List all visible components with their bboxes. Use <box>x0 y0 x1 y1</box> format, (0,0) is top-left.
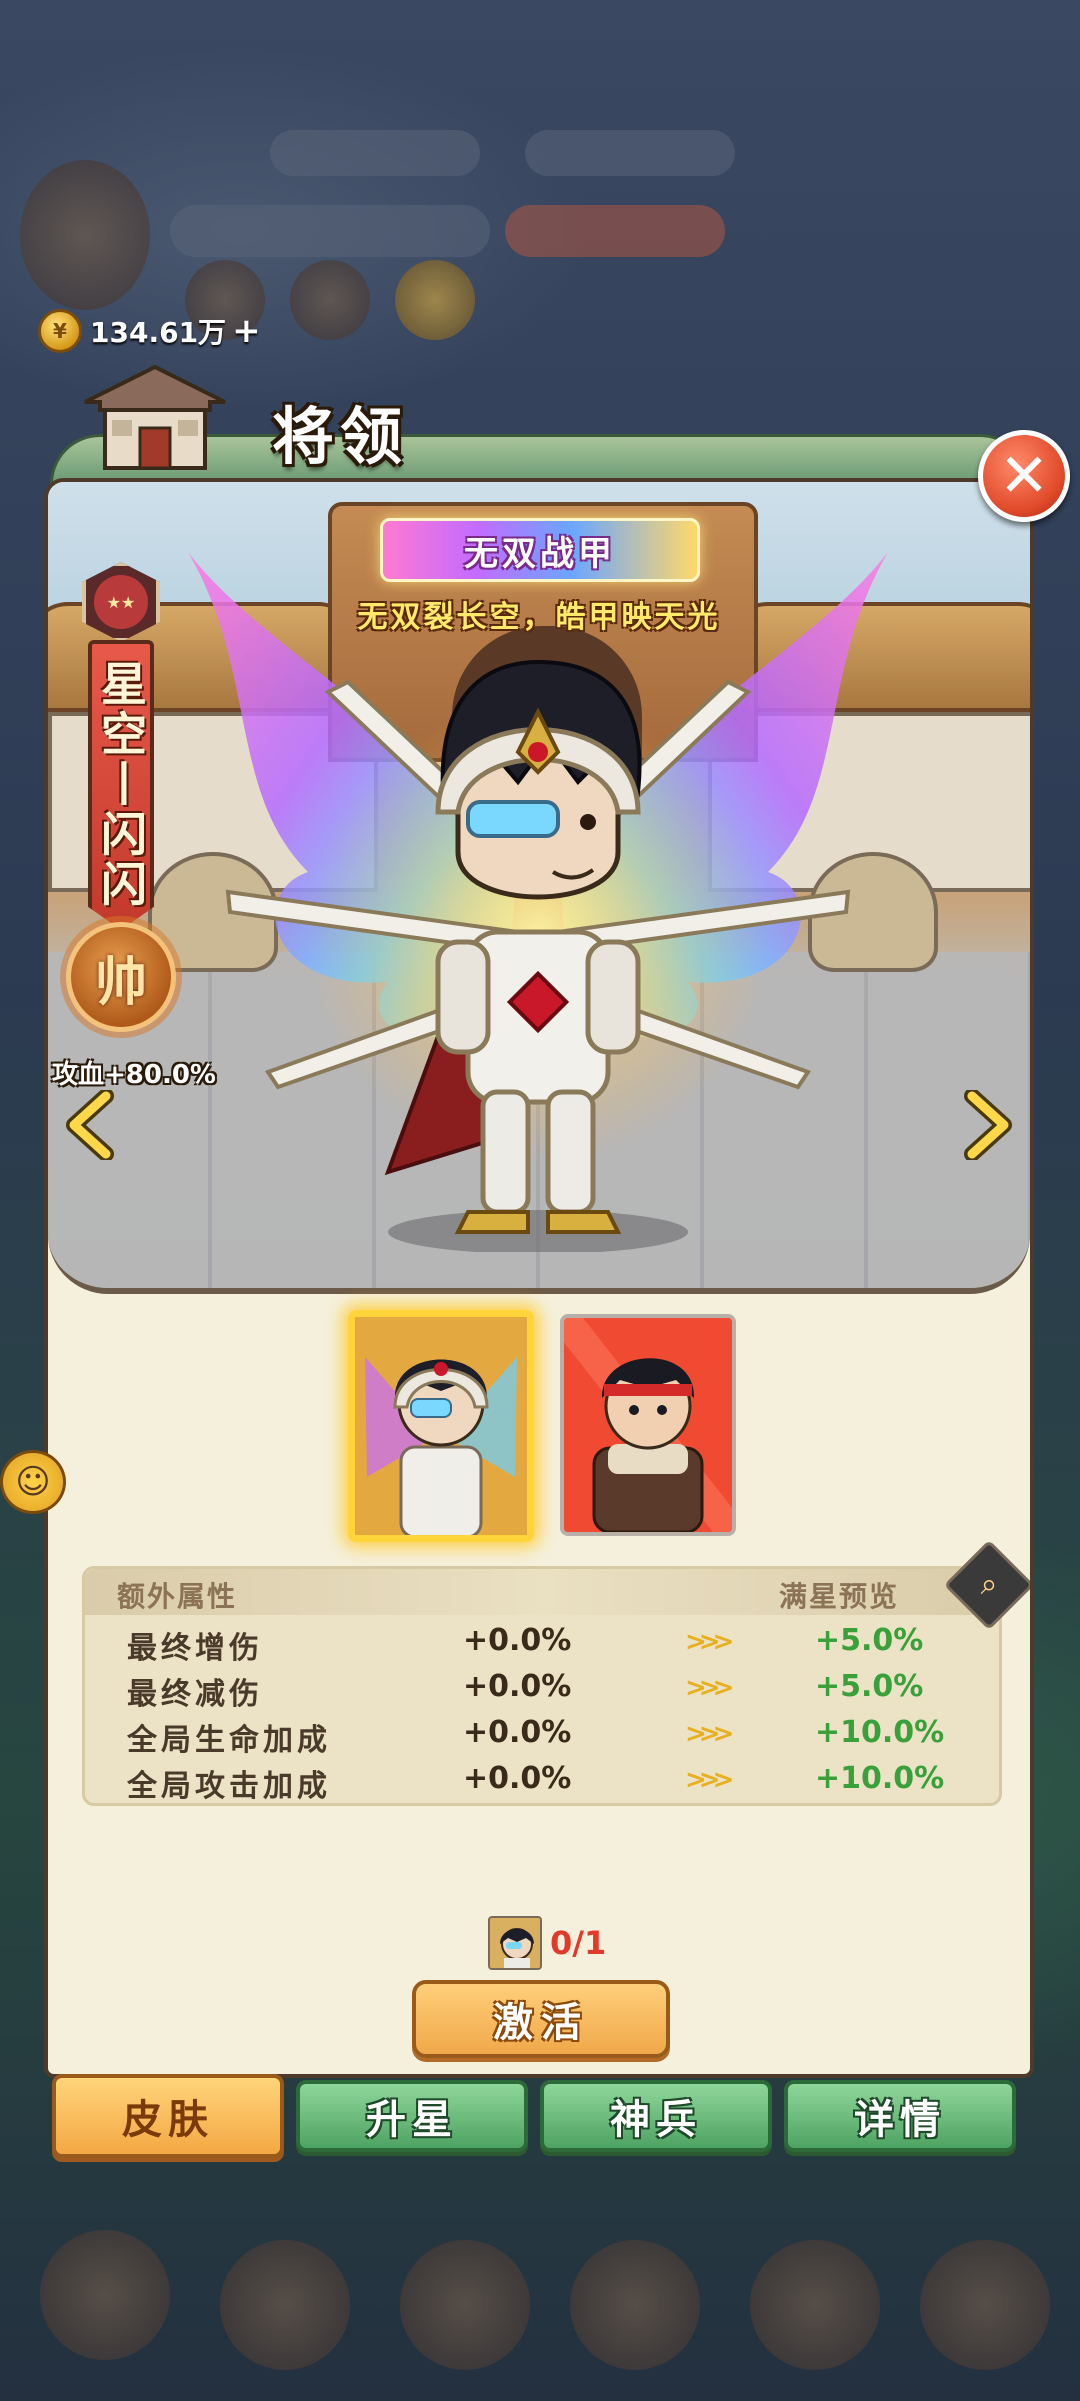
skin-thumbnail-default[interactable] <box>560 1314 736 1536</box>
hero-name-strip: 星空丨闪闪 <box>88 640 154 930</box>
page-title: 将领 <box>272 400 409 473</box>
hero-showcase: 无双战甲 无双裂长空，皓甲映天光 ★★ 星空丨闪闪 帅 攻血+80.0% <box>48 482 1030 1294</box>
double-arrow-icon: >>> <box>685 1719 734 1749</box>
building-icon <box>84 364 226 470</box>
attribute-max: +10.0% <box>815 1761 945 1796</box>
attribute-max: +5.0% <box>815 1669 924 1704</box>
tab-label: 皮肤 <box>122 2096 214 2143</box>
attribute-row: 全局生命加成 +0.0% >>> +10.0% <box>85 1709 999 1758</box>
attribute-max: +5.0% <box>815 1623 924 1658</box>
attribute-row: 全局攻击加成 +0.0% >>> +10.0% <box>85 1755 999 1804</box>
tab-skin[interactable]: 皮肤 <box>52 2074 284 2158</box>
skin-thumbnail-armor[interactable] <box>348 1310 534 1542</box>
currency-bar: ¥ 134.61万 + <box>38 306 261 356</box>
currency-amount: 134.61万 <box>90 316 227 349</box>
tab-label: 详情 <box>854 2096 946 2143</box>
double-arrow-icon: >>> <box>685 1765 734 1795</box>
skin-name-banner: 无双战甲 <box>380 518 700 582</box>
attribute-max: +10.0% <box>815 1715 945 1750</box>
skin-panel: 无双战甲 无双裂长空，皓甲映天光 ★★ 星空丨闪闪 帅 攻血+80.0% 额外属… <box>44 478 1034 2078</box>
activate-button[interactable]: 激活 <box>412 1980 670 2058</box>
emoji-icon: ☺ <box>15 1462 51 1502</box>
attribute-current: +0.0% <box>463 1669 572 1704</box>
star-icon: ★★ <box>94 575 148 629</box>
attribute-row: 最终增伤 +0.0% >>> +5.0% <box>85 1617 999 1666</box>
skin-token-icon <box>488 1916 542 1970</box>
close-button[interactable]: ✕ <box>978 430 1070 522</box>
max-star-preview-label: 满星预览 <box>779 1580 900 1613</box>
double-arrow-icon: >>> <box>685 1627 734 1657</box>
activation-cost: 0/1 <box>488 1916 606 1970</box>
attribute-name: 最终增伤 <box>127 1631 263 1666</box>
next-hero-arrow-icon[interactable] <box>956 1090 1016 1160</box>
attribute-current: +0.0% <box>463 1715 572 1750</box>
activation-cost-count: 0/1 <box>550 1924 607 1962</box>
attributes-header: 额外属性 满星预览 <box>85 1569 999 1615</box>
double-arrow-icon: >>> <box>685 1673 734 1703</box>
bottom-tab-bar: 皮肤 升星 神兵 详情 <box>50 2074 1020 2164</box>
hero-name: 星空丨闪闪 <box>94 660 148 910</box>
tab-star-up[interactable]: 升星 <box>296 2080 528 2152</box>
star-badge-icon: ★★ <box>82 562 160 642</box>
coin-icon: ¥ <box>38 309 82 353</box>
skin-name: 无双战甲 <box>464 533 616 574</box>
attack-hp-bonus: 攻血+80.0% <box>52 1060 216 1090</box>
activate-button-label: 激活 <box>493 1999 589 2046</box>
armor-skin-thumb-image <box>355 1317 527 1535</box>
tab-label: 升星 <box>366 2096 458 2143</box>
default-skin-thumb-image <box>564 1318 732 1532</box>
attribute-current: +0.0% <box>463 1761 572 1796</box>
close-icon: ✕ <box>998 441 1050 511</box>
attribute-current: +0.0% <box>463 1623 572 1658</box>
attribute-name: 全局生命加成 <box>127 1723 331 1758</box>
attributes-title: 额外属性 <box>117 1580 238 1613</box>
extra-attributes-table: 额外属性 满星预览 ⌕ 最终增伤 +0.0% >>> +5.0% 最终减伤 +0… <box>82 1539 1030 1806</box>
tab-divine-weapon[interactable]: 神兵 <box>540 2080 772 2152</box>
tab-label: 神兵 <box>610 2096 702 2143</box>
add-currency-button[interactable]: + <box>232 314 261 348</box>
tab-details[interactable]: 详情 <box>784 2080 1016 2152</box>
attribute-name: 最终减伤 <box>127 1677 263 1712</box>
page-header: 将领 <box>40 356 1030 484</box>
previous-hero-arrow-icon[interactable] <box>62 1090 122 1160</box>
attribute-row: 最终减伤 +0.0% >>> +5.0% <box>85 1663 999 1712</box>
skin-motto: 无双裂长空，皓甲映天光 <box>357 600 721 635</box>
rank-label: 帅 <box>94 951 147 1013</box>
side-emoji-button[interactable]: ☺ <box>0 1450 66 1514</box>
attribute-name: 全局攻击加成 <box>127 1769 331 1804</box>
hero-nameplate: ★★ 星空丨闪闪 <box>76 562 166 942</box>
rank-badge: 帅 <box>66 922 176 1032</box>
